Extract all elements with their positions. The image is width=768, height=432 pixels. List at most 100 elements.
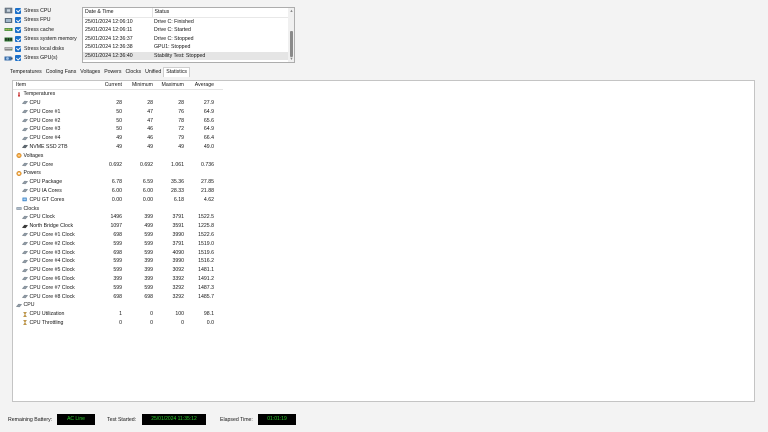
col-item[interactable]: Item [13,82,93,88]
stress-checkbox[interactable] [15,36,21,43]
stress-option[interactable]: Stress CPU [4,6,82,16]
minimum-value: 399 [144,275,153,282]
col-average[interactable]: Average [186,82,223,88]
cpu-icon [22,136,28,141]
gpu-icon [4,55,13,62]
minimum-value: 399 [144,267,153,274]
scroll-down-arrow-icon[interactable]: ▼ [290,57,294,61]
maximum-value: 6.18 [173,196,184,203]
stats-row[interactable]: CPU Core #1 50 47 76 64.9 [13,107,223,116]
log-header-status[interactable]: Status [152,8,289,18]
stats-row[interactable]: CPU Utilization 1 0 100 98.1 [13,310,223,319]
average-value: 66.4 [203,135,214,142]
col-minimum[interactable]: Minimum [124,82,155,88]
scroll-up-arrow-icon[interactable]: ▲ [290,9,294,13]
elapsed-time-label: Elapsed Time: [220,417,253,423]
stats-row[interactable]: CPU Core #8 Clock 698 698 3292 1485.7 [13,292,223,301]
stress-checkbox[interactable] [15,7,21,14]
tab-temperatures[interactable]: Temperatures [8,67,44,77]
log-row[interactable]: 25/01/2024 12:06:11 Drive C: Started [83,26,289,35]
stats-row[interactable]: NVME SSD 2TB 49 49 49 49.0 [13,143,223,152]
stats-item-label: Voltages [23,152,44,159]
stats-item-label: Clocks [23,205,40,212]
tab-unified[interactable]: Unified [143,67,163,77]
average-value: 0.736 [201,161,214,168]
col-current[interactable]: Current [93,82,124,88]
current-value: 6.78 [111,179,122,186]
stats-row[interactable]: CPU 28 28 28 27.9 [13,99,223,108]
current-value: 399 [113,275,122,282]
stats-item-label: CPU Core #3 [29,126,61,133]
minimum-value: 599 [144,249,153,256]
minimum-value: 499 [144,223,153,230]
stats-group-row[interactable]: Powers [13,169,223,178]
log-scroll-thumb[interactable] [289,31,293,57]
stress-checkbox[interactable] [15,55,21,62]
col-maximum[interactable]: Maximum [155,82,186,88]
tab-powers[interactable]: Powers [102,67,123,77]
stats-row[interactable]: CPU Clock 1496 399 3791 1522.5 [13,213,223,222]
stats-item: CPU Core #3 [13,126,93,132]
minimum-value: 47 [147,108,153,115]
stats-group-row[interactable]: Voltages [13,151,223,160]
stats-row[interactable]: CPU Core #2 Clock 599 599 3791 1519.0 [13,239,223,248]
stats-row[interactable]: CPU IA Cores 6.00 6.00 28.33 21.88 [13,187,223,196]
stats-group-row[interactable]: Temperatures [13,90,223,99]
stress-option[interactable]: Stress system memory [4,35,82,45]
stats-row[interactable]: CPU Package 6.78 6.59 35.36 27.85 [13,178,223,187]
log-scrollbar[interactable]: ▲ ▼ [288,8,294,62]
log-row[interactable]: 25/01/2024 12:36:37 Drive C: Stopped [83,34,289,43]
stats-row[interactable]: CPU Core #4 Clock 599 399 3990 1516.2 [13,257,223,266]
stats-row[interactable]: CPU Core #3 50 46 72 64.9 [13,125,223,134]
stats-row[interactable]: North Bridge Clock 1097 499 3591 1225.8 [13,222,223,231]
maximum-value: 3092 [172,267,184,274]
tab-clocks[interactable]: Clocks [124,67,144,77]
stress-checkbox[interactable] [15,45,21,52]
stats-row[interactable]: CPU Core #6 Clock 399 399 3392 1491.2 [13,275,223,284]
chipset-icon [22,224,28,229]
stats-item-label: CPU Clock [29,214,55,221]
stress-checkbox[interactable] [15,26,21,33]
stats-row[interactable]: CPU Core #5 Clock 599 399 3092 1481.1 [13,266,223,275]
tab-voltages[interactable]: Voltages [78,67,102,77]
stress-option[interactable]: Stress cache [4,25,82,35]
stats-row[interactable]: CPU Core #3 Clock 698 599 4090 1519.6 [13,248,223,257]
stats-row[interactable]: CPU Core 0.692 0.692 1.061 0.736 [13,160,223,169]
stress-checkbox[interactable] [15,17,21,24]
stats-row[interactable]: CPU Core #4 49 46 79 66.4 [13,134,223,143]
maximum-value: 35.36 [171,179,184,186]
stats-group-row[interactable]: CPU [13,301,223,310]
stats-item: CPU Core #7 Clock [13,285,93,291]
cpu-icon [16,303,22,308]
stress-option[interactable]: Stress FPU [4,16,82,26]
stats-item-label: CPU Package [29,179,63,186]
stats-item: CPU Core #1 [13,109,93,115]
stats-row[interactable]: CPU GT Cores 0.00 0.00 6.18 4.62 [13,195,223,204]
log-row[interactable]: 25/01/2024 12:36:40 Stability Test: Stopp… [83,51,289,61]
minimum-value: 399 [144,214,153,221]
stats-row[interactable]: CPU Core #2 50 47 78 65.6 [13,116,223,125]
stats-row[interactable]: CPU Throttling 0 0 0 0.0 [13,319,223,328]
current-value: 1097 [110,223,122,230]
cpu-icon [22,241,28,246]
average-value: 27.85 [201,179,214,186]
cpu-chip-icon [4,7,13,14]
stress-option[interactable]: Stress local disks [4,44,82,54]
average-value: 4.62 [203,196,214,203]
stats-row[interactable]: CPU Core #1 Clock 698 599 3990 1522.6 [13,231,223,240]
tab-statistics[interactable]: Statistics [163,67,191,77]
stats-row[interactable]: CPU Core #7 Clock 599 599 3292 1487.3 [13,283,223,292]
ssd-icon [22,144,28,149]
stats-item-label: Powers [23,170,41,177]
stress-option[interactable]: Stress GPU(s) [4,54,82,64]
tab-cooling-fans[interactable]: Cooling Fans [44,67,79,77]
log-header-date[interactable]: Date & Time [83,8,153,18]
stats-item-label: CPU Core #7 Clock [29,284,75,291]
cpu-icon [22,188,28,193]
stats-group-row[interactable]: Clocks [13,204,223,213]
maximum-value: 28.33 [171,187,184,194]
log-row[interactable]: 25/01/2024 12:06:10 Drive C: Finished [83,17,289,26]
current-value: 698 [113,249,122,256]
stats-item: Voltages [13,153,93,159]
log-row[interactable]: 25/01/2024 12:36:38 GPU1: Stopped [83,43,289,52]
